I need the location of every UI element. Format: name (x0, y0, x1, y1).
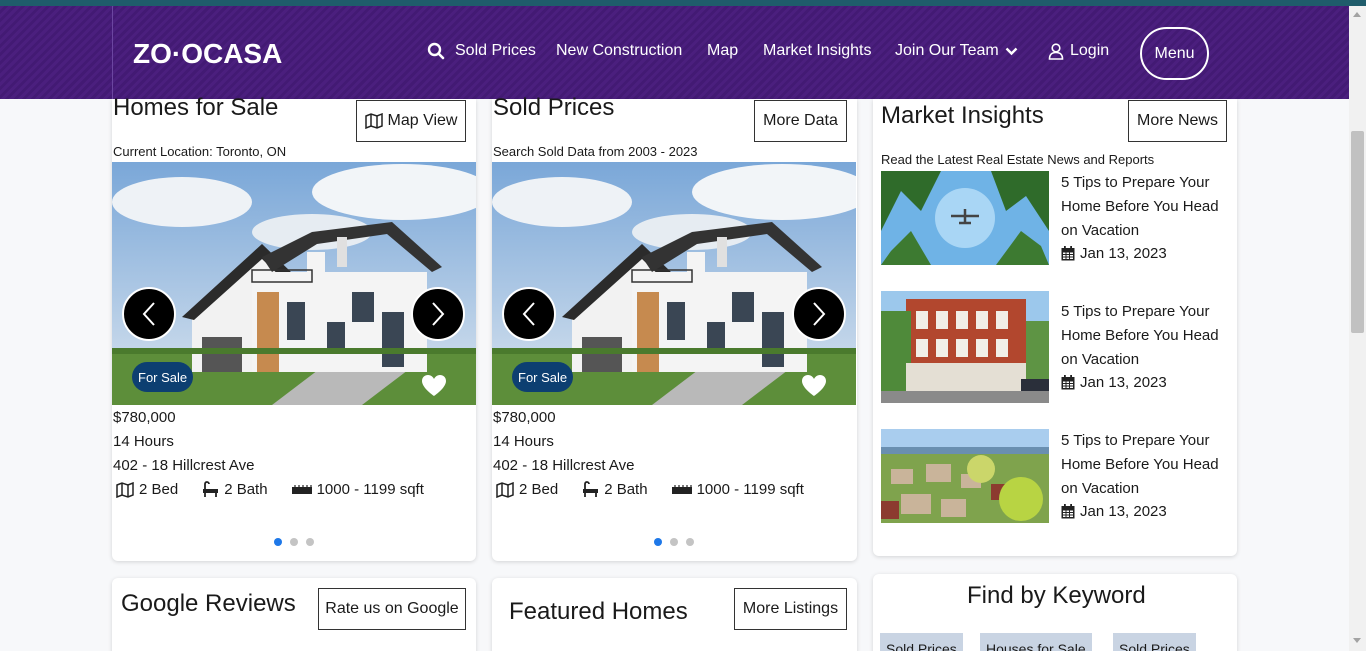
for-sale-badge: For Sale (512, 362, 574, 392)
bath-icon (583, 481, 599, 497)
nav-label: Join Our Team (895, 42, 999, 59)
market-insights-title: Market Insights (881, 102, 1044, 129)
more-news-button[interactable]: More News (1128, 100, 1227, 142)
logo[interactable]: ZO·OCASA (133, 38, 282, 70)
news-title[interactable]: 5 Tips to Prepare Your Home Before You H… (1061, 429, 1237, 501)
listing-photo[interactable]: For Sale (492, 162, 856, 405)
google-reviews-title: Google Reviews (121, 590, 296, 617)
chevron-down-icon (1005, 47, 1018, 55)
beds-label: 2 Bed (519, 481, 559, 498)
calendar-icon (1061, 246, 1075, 261)
map-icon (116, 481, 134, 498)
ruler-icon (291, 484, 312, 494)
news-date: Jan 13, 2023 (1061, 245, 1167, 262)
listing-specs: 2 Bed 2 Bath 1000 - 1199 sqft (496, 481, 804, 498)
nav-label: Sold Prices (455, 42, 536, 59)
carousel-dots (274, 538, 314, 546)
nav-label: New Construction (556, 42, 683, 59)
news-date-label: Jan 13, 2023 (1080, 245, 1167, 262)
chevron-left-icon (522, 302, 535, 326)
chevron-right-icon (813, 302, 826, 326)
news-image-street[interactable] (881, 291, 1049, 403)
beds-label: 2 Bed (139, 481, 179, 498)
homes-for-sale-subtitle: Current Location: Toronto, ON (113, 144, 287, 159)
user-icon (1048, 42, 1064, 60)
rate-us-button[interactable]: Rate us on Google (318, 588, 466, 630)
nav-login[interactable]: Login (1048, 42, 1109, 60)
news-image-neighbourhood[interactable] (881, 429, 1049, 523)
listing-address[interactable]: 402 - 18 Hillcrest Ave (493, 457, 634, 474)
carousel-dot[interactable] (686, 538, 694, 546)
news-title[interactable]: 5 Tips to Prepare Your Home Before You H… (1061, 300, 1237, 372)
homes-for-sale-title: Homes for Sale (113, 94, 279, 121)
chevron-left-icon (142, 302, 155, 326)
scroll-down-arrow-icon[interactable] (1353, 638, 1361, 643)
nav-sold-prices[interactable]: Sold Prices (427, 42, 536, 60)
map-icon (496, 481, 514, 498)
listing-price: $780,000 (493, 409, 556, 426)
nav-join-our-team[interactable]: Join Our Team (895, 42, 1018, 60)
keyword-chip[interactable]: Sold Prices (880, 633, 963, 651)
news-date: Jan 13, 2023 (1061, 503, 1167, 520)
carousel-dot[interactable] (654, 538, 662, 546)
sold-prices-title: Sold Prices (493, 94, 615, 121)
map-icon (364, 113, 383, 129)
map-view-label: Map View (387, 112, 458, 129)
more-data-button[interactable]: More Data (754, 100, 847, 142)
sqft-label: 1000 - 1199 sqft (316, 481, 424, 498)
listing-time: 14 Hours (113, 433, 174, 450)
navbar: ZO·OCASA Sold Prices New Construction Ma… (0, 6, 1349, 99)
listing-address[interactable]: 402 - 18 Hillcrest Ave (113, 457, 254, 474)
for-sale-badge: For Sale (132, 362, 194, 392)
carousel-next-button[interactable] (411, 287, 465, 341)
find-by-keyword-title: Find by Keyword (967, 582, 1146, 609)
news-image-palms[interactable] (881, 171, 1049, 265)
news-title[interactable]: 5 Tips to Prepare Your Home Before You H… (1061, 171, 1237, 243)
nav-label: Market Insights (763, 42, 872, 59)
news-date-label: Jan 13, 2023 (1080, 374, 1167, 391)
scroll-up-arrow-icon[interactable] (1353, 12, 1361, 17)
listing-time: 14 Hours (493, 433, 554, 450)
carousel-prev-button[interactable] (122, 287, 176, 341)
carousel-next-button[interactable] (792, 287, 846, 341)
keyword-chip[interactable]: Houses for Sale (980, 633, 1092, 651)
map-view-button[interactable]: Map View (356, 100, 466, 142)
nav-map[interactable]: Map (707, 42, 738, 60)
carousel-dots (654, 538, 694, 546)
carousel-dot[interactable] (670, 538, 678, 546)
heart-icon[interactable] (421, 374, 447, 397)
heart-icon[interactable] (801, 374, 827, 397)
sold-prices-subtitle: Search Sold Data from 2003 - 2023 (493, 144, 698, 159)
search-icon (427, 42, 445, 60)
market-insights-subtitle: Read the Latest Real Estate News and Rep… (881, 152, 1155, 167)
carousel-dot[interactable] (290, 538, 298, 546)
chevron-right-icon (432, 302, 445, 326)
nav-label: Login (1070, 42, 1110, 59)
listing-photo[interactable]: For Sale (112, 162, 476, 405)
nav-new-construction[interactable]: New Construction (556, 42, 682, 60)
featured-homes-title: Featured Homes (509, 598, 688, 625)
keyword-chip[interactable]: Sold Prices (1113, 633, 1196, 651)
bath-icon (203, 481, 219, 497)
listing-price: $780,000 (113, 409, 176, 426)
baths-label: 2 Bath (224, 481, 268, 498)
navbar-divider (112, 6, 113, 99)
menu-button[interactable]: Menu (1140, 27, 1209, 80)
more-listings-button[interactable]: More Listings (734, 588, 847, 630)
carousel-dot[interactable] (306, 538, 314, 546)
news-date-label: Jan 13, 2023 (1080, 503, 1167, 520)
calendar-icon (1061, 504, 1075, 519)
nav-label: Map (707, 42, 739, 59)
sqft-label: 1000 - 1199 sqft (696, 481, 804, 498)
nav-market-insights[interactable]: Market Insights (763, 42, 871, 60)
baths-label: 2 Bath (604, 481, 648, 498)
scrollbar-thumb[interactable] (1351, 131, 1364, 333)
carousel-prev-button[interactable] (502, 287, 556, 341)
news-date: Jan 13, 2023 (1061, 374, 1167, 391)
carousel-dot[interactable] (274, 538, 282, 546)
ruler-icon (671, 484, 692, 494)
page-scrollbar[interactable] (1349, 6, 1366, 651)
listing-specs: 2 Bed 2 Bath 1000 - 1199 sqft (116, 481, 424, 498)
calendar-icon (1061, 375, 1075, 390)
